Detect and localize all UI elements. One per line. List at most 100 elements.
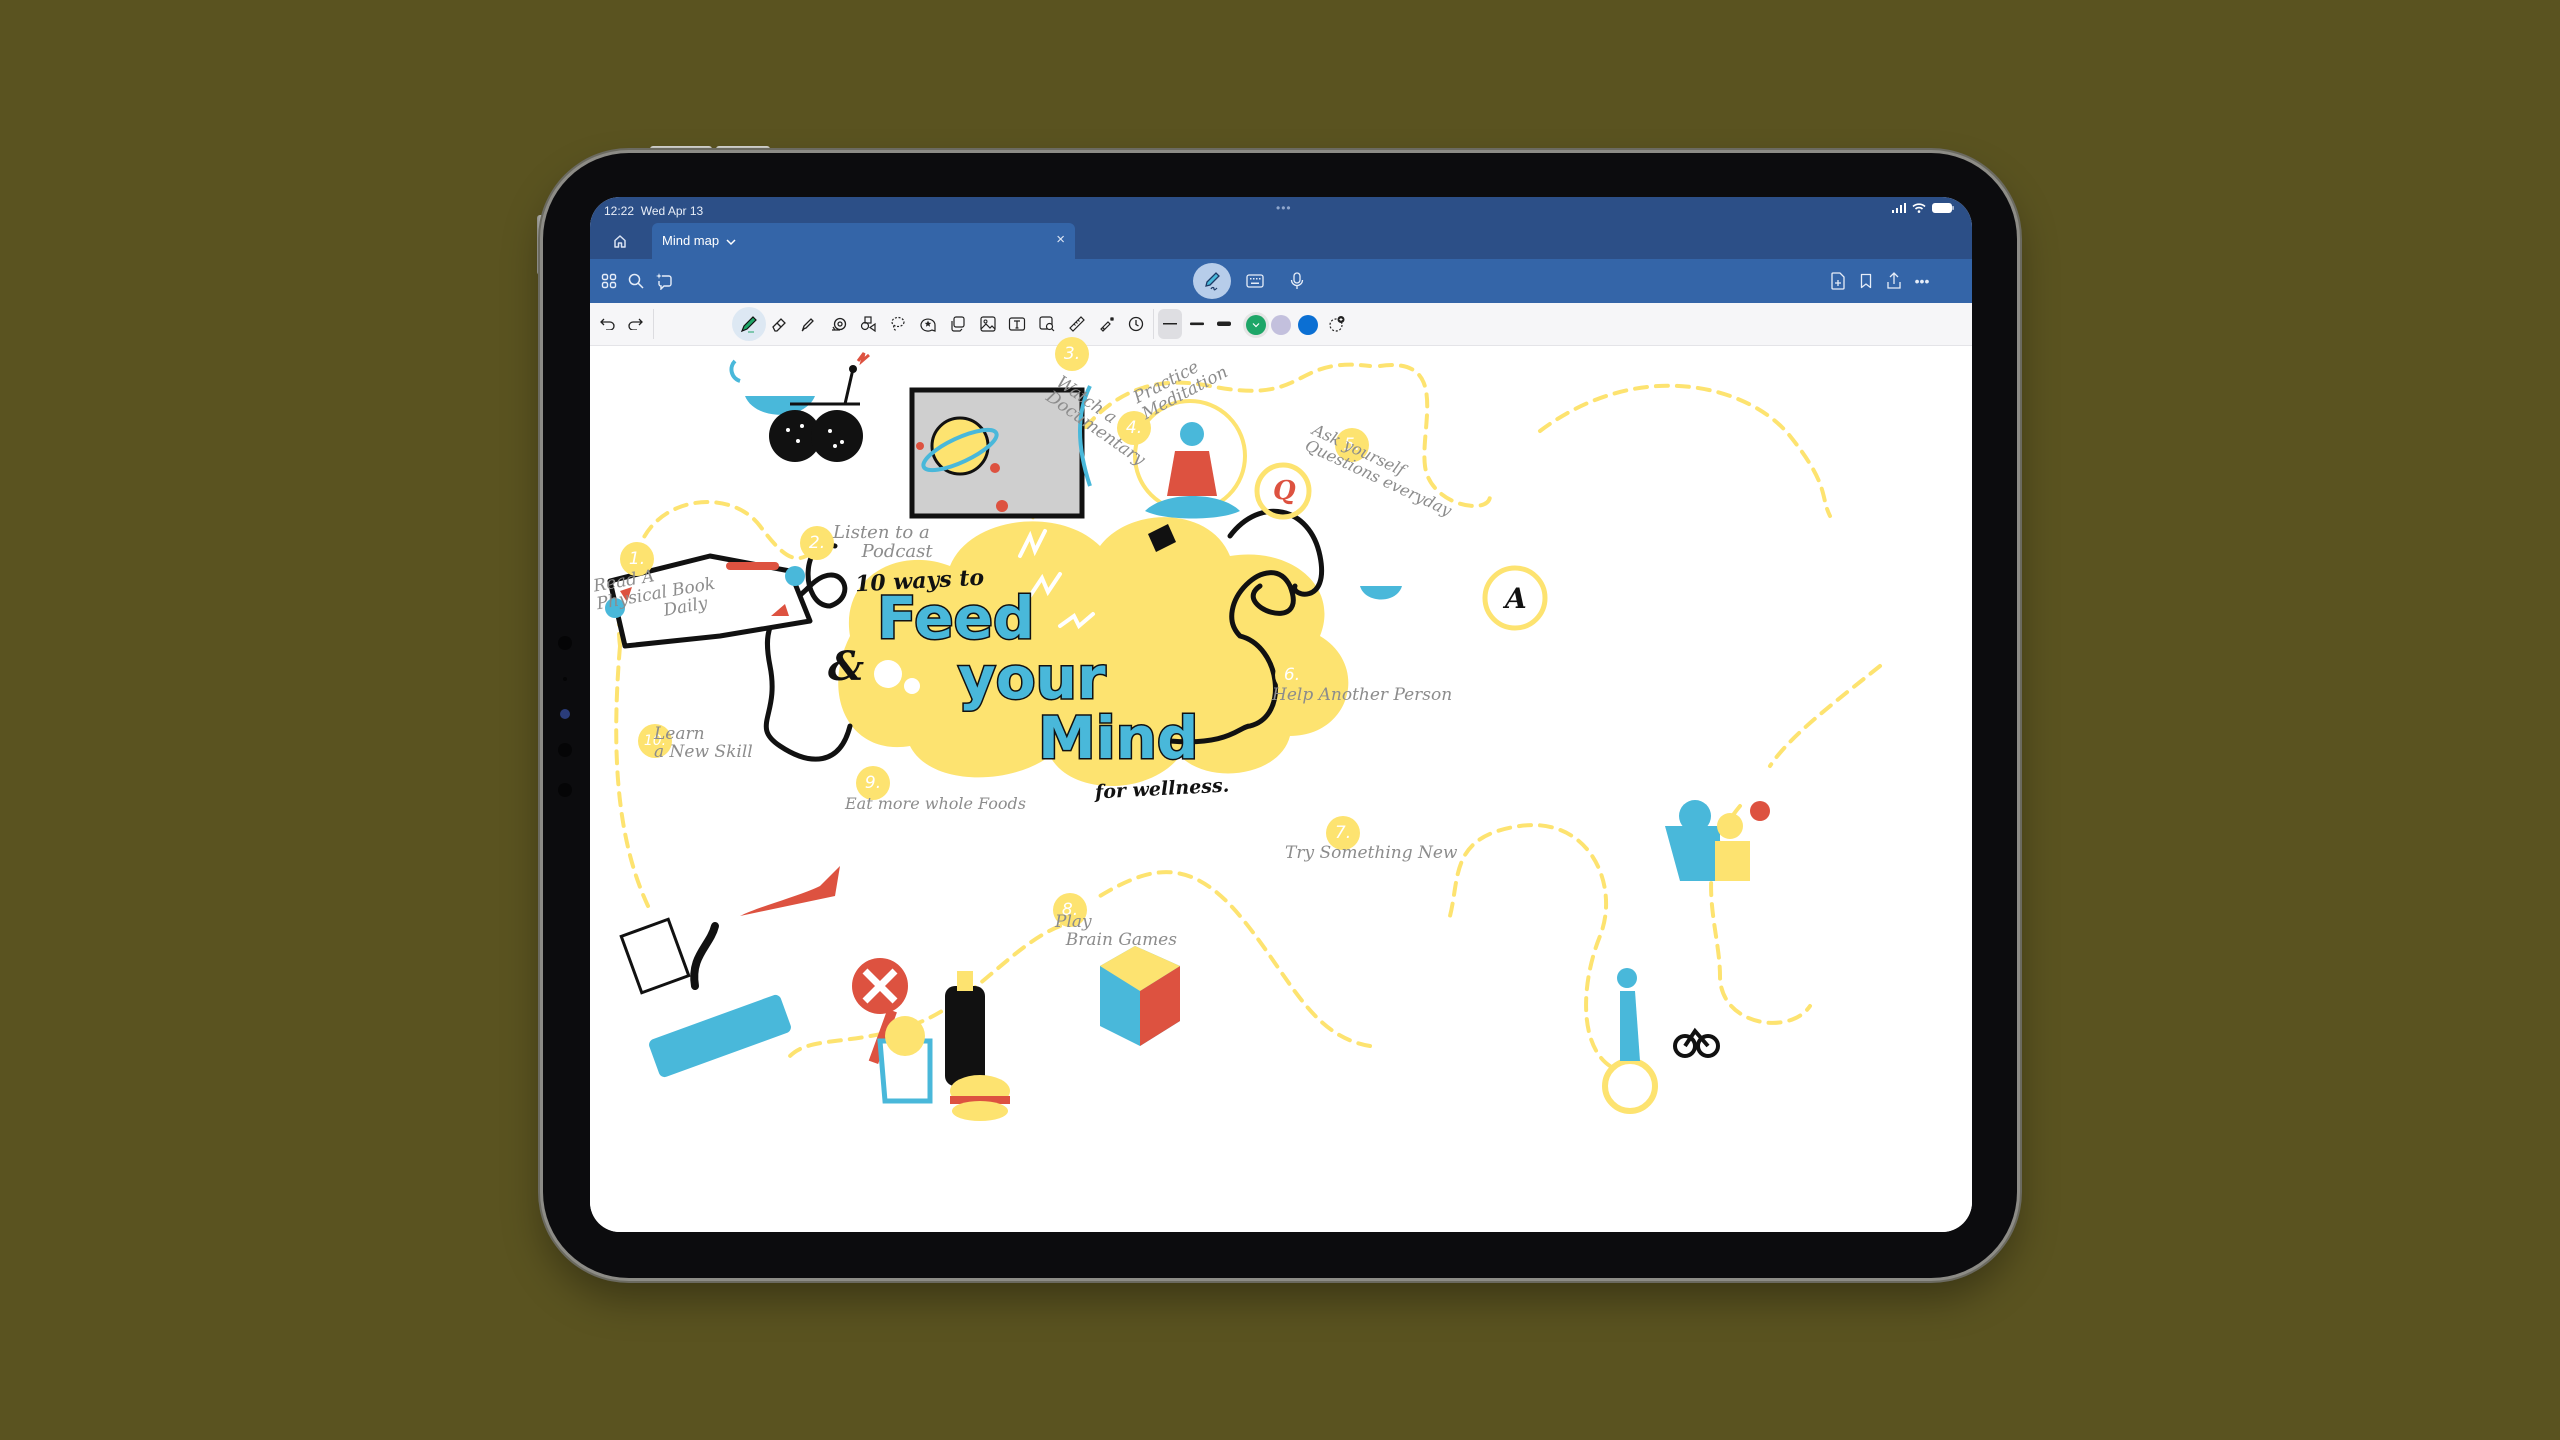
- text-box-tool[interactable]: [1003, 310, 1031, 338]
- multitasking-dots[interactable]: •••: [1276, 201, 1292, 215]
- drawing-toolbar: [590, 303, 1972, 346]
- chevron-down-icon[interactable]: [726, 238, 736, 246]
- step-number: 2.: [800, 526, 834, 560]
- pages-tool[interactable]: [944, 310, 972, 338]
- image-icon: [980, 316, 996, 332]
- image-search-tool[interactable]: [1033, 310, 1061, 338]
- pages-icon: [951, 316, 965, 332]
- more-button[interactable]: •••: [1908, 267, 1936, 295]
- ampersand: &: [828, 643, 865, 690]
- color-blue[interactable]: [1298, 315, 1318, 335]
- text-box-icon: [1008, 317, 1026, 331]
- stroke-thick[interactable]: [1210, 310, 1238, 338]
- dictate-button[interactable]: [1283, 267, 1311, 295]
- note-canvas[interactable]: 10 ways to Feed your Mind for wellness. …: [590, 337, 1972, 1232]
- clock-icon: [1128, 316, 1144, 332]
- pen-icon: [740, 316, 757, 333]
- bookmark-icon: [1860, 273, 1872, 289]
- home-button[interactable]: [590, 223, 650, 259]
- keyboard-icon: [1246, 274, 1264, 288]
- foods-illustration: [852, 958, 1010, 1121]
- shapes-icon: [860, 316, 876, 332]
- image-search-icon: [1039, 316, 1055, 332]
- status-date: Wed Apr 13: [640, 204, 704, 218]
- step-label: Try Something New: [1285, 843, 1458, 863]
- laser-pointer-tool[interactable]: [1093, 310, 1121, 338]
- thin-line-icon: [1163, 323, 1177, 325]
- camera-sensor: [558, 743, 572, 757]
- front-camera-icon: [560, 709, 570, 719]
- keyboard-button[interactable]: [1241, 267, 1269, 295]
- search-button[interactable]: [622, 267, 650, 295]
- path-4-5: [1538, 383, 1832, 518]
- share-button[interactable]: [1880, 267, 1908, 295]
- search-icon: [628, 273, 644, 289]
- add-color-button[interactable]: [1323, 310, 1351, 338]
- app-screen: 12:22 Wed Apr 13 ••• Mind map × ••• 10 w…: [590, 197, 1972, 1232]
- volume-up-button: [650, 146, 712, 152]
- tab-mind-map[interactable]: Mind map ×: [652, 223, 1075, 259]
- add-color-icon: [1329, 316, 1345, 332]
- laser-pointer-icon: [1100, 317, 1114, 332]
- podcast-illustration: [729, 352, 870, 462]
- eraser-icon: [772, 318, 786, 332]
- step-label: Help Another Person: [1272, 685, 1453, 705]
- microphone-icon: [1290, 272, 1304, 289]
- more-icon: •••: [1914, 273, 1930, 289]
- pen-mode-button[interactable]: [1193, 263, 1231, 299]
- eraser-tool[interactable]: [765, 310, 793, 338]
- history-tool[interactable]: [1122, 310, 1150, 338]
- title-word-feed: Feed: [875, 583, 1035, 654]
- tape-tool[interactable]: [825, 310, 853, 338]
- sticker-icon: [920, 318, 936, 332]
- shapes-tool[interactable]: [854, 310, 882, 338]
- stroke-thin[interactable]: [1158, 309, 1182, 339]
- undo-button[interactable]: [594, 310, 622, 338]
- help-person-illustration: [1665, 800, 1770, 881]
- wifi-icon: [1912, 203, 1926, 213]
- highlighter-icon: [801, 318, 814, 332]
- ruler-tool[interactable]: [1063, 310, 1091, 338]
- sticker-tool[interactable]: [914, 310, 942, 338]
- tape-icon: [832, 317, 847, 331]
- pen-mode-icon: [1205, 272, 1220, 291]
- color-lavender[interactable]: [1271, 315, 1291, 335]
- path-10-1: [614, 644, 650, 908]
- add-page-icon: [1831, 272, 1845, 290]
- stroke-medium[interactable]: [1183, 310, 1211, 338]
- bookmark-button[interactable]: [1852, 267, 1880, 295]
- status-bar: 12:22 Wed Apr 13 •••: [590, 197, 1972, 223]
- chevron-down-icon: [1252, 323, 1260, 328]
- thick-line-icon: [1217, 321, 1231, 326]
- redo-button[interactable]: [621, 310, 649, 338]
- image-tool[interactable]: [974, 310, 1002, 338]
- medium-line-icon: [1190, 322, 1204, 326]
- grid-view-button[interactable]: [595, 267, 623, 295]
- unicycle-illustration: [1602, 968, 1720, 1114]
- tab-label: Mind map: [662, 233, 720, 248]
- title-word-your: your: [957, 643, 1108, 714]
- rubik-cube-illustration: [1100, 946, 1180, 1046]
- q-letter: Q: [1273, 476, 1296, 506]
- tab-bar: Mind map ×: [590, 223, 1972, 259]
- ruler-icon: [1069, 316, 1085, 332]
- close-tab-button[interactable]: ×: [1056, 231, 1065, 248]
- grid-view-icon: [601, 273, 617, 289]
- cellular-signal-icon: [1892, 203, 1906, 213]
- battery-icon: [1932, 203, 1954, 213]
- pen-tool[interactable]: [732, 307, 766, 341]
- path-6-7: [1709, 804, 1812, 1025]
- highlighter-tool[interactable]: [794, 310, 822, 338]
- add-page-button[interactable]: [1824, 267, 1852, 295]
- camera-sensor: [558, 783, 572, 797]
- color-green[interactable]: [1246, 315, 1266, 335]
- undo-icon: [600, 318, 615, 330]
- title-word-mind: Mind: [1036, 703, 1199, 774]
- step-label: Eat more whole Foods: [845, 794, 1026, 813]
- step-number: 3.: [1055, 337, 1089, 371]
- lasso-tool[interactable]: [884, 310, 912, 338]
- ai-assistant-button[interactable]: [650, 267, 678, 295]
- step-label: Learn a New Skill: [654, 724, 753, 762]
- path-7-8: [1448, 823, 1612, 1068]
- path-9-10: [788, 924, 1062, 1058]
